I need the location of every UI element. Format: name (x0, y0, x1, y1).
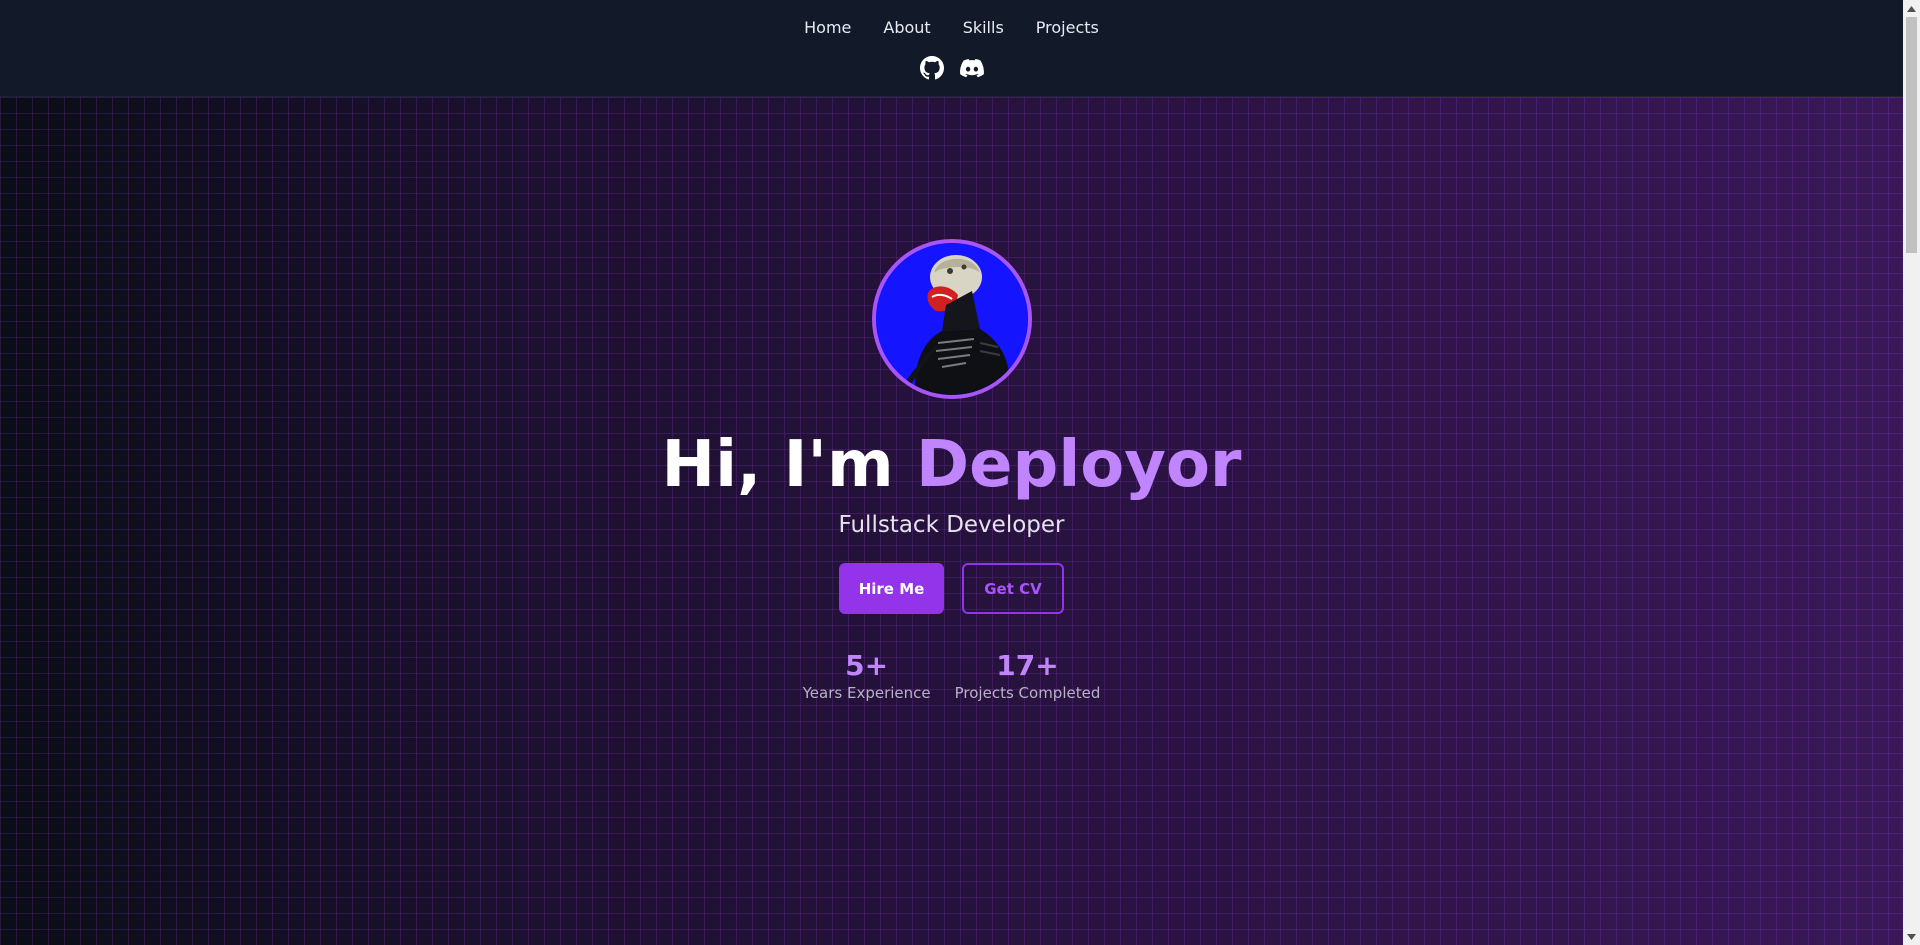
headline-name: Deployor (915, 428, 1242, 502)
nav-link-about[interactable]: About (883, 17, 930, 39)
hero-section: Hi, I'm Deployor Fullstack Developer Hir… (0, 97, 1903, 945)
stat-value: 5+ (845, 649, 889, 682)
stat-label: Years Experience (802, 684, 931, 702)
hero-subtitle: Fullstack Developer (838, 512, 1065, 538)
nav-link-skills[interactable]: Skills (963, 17, 1004, 39)
portfolio-page: Home About Skills Projects Hi, I'm Deplo… (0, 0, 1920, 945)
discord-icon[interactable] (959, 56, 984, 80)
nav-link-home[interactable]: Home (804, 17, 851, 39)
hero-stats: 5+ Years Experience 17+ Projects Complet… (0, 649, 1903, 703)
scrollbar-thumb[interactable] (1906, 17, 1917, 253)
hero-content: Hi, I'm Deployor Fullstack Developer Hir… (0, 97, 1903, 945)
avatar (872, 239, 1032, 399)
github-icon[interactable] (919, 56, 944, 80)
stat-value: 17+ (996, 649, 1059, 682)
social-links (0, 56, 1903, 80)
headline-greeting: Hi, I'm (661, 428, 916, 502)
vertical-scrollbar[interactable] (1903, 0, 1920, 945)
scroll-down-icon[interactable] (1903, 928, 1920, 945)
top-navigation-bar: Home About Skills Projects (0, 0, 1903, 97)
scroll-up-icon[interactable] (1903, 0, 1920, 17)
stat-projects-completed: 17+ Projects Completed (955, 649, 1101, 703)
nav-link-projects[interactable]: Projects (1036, 17, 1099, 39)
hero-headline: Hi, I'm Deployor (0, 427, 1903, 503)
stat-label: Projects Completed (954, 684, 1101, 702)
get-cv-button[interactable]: Get CV (962, 563, 1064, 614)
main-nav: Home About Skills Projects (0, 17, 1903, 39)
stat-years-experience: 5+ Years Experience (803, 649, 931, 703)
hire-me-button[interactable]: Hire Me (839, 563, 944, 614)
hero-buttons: Hire Me Get CV (0, 563, 1903, 614)
